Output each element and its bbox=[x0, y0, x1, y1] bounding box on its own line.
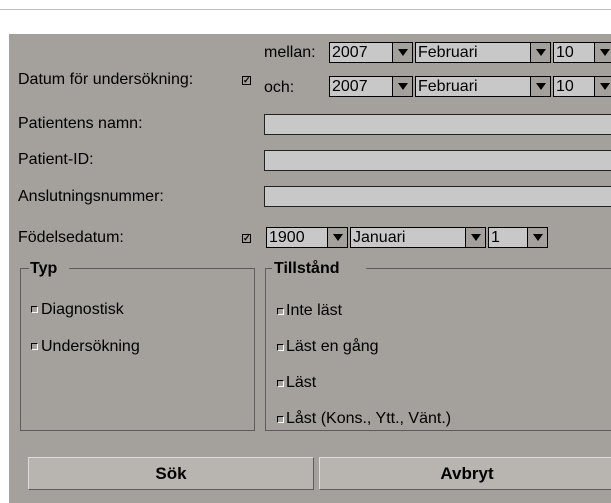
exam-date-checkbox[interactable]: ✓ bbox=[242, 76, 251, 85]
read-once-label: Läst en gång bbox=[286, 338, 379, 355]
from-day-value: 10 bbox=[556, 44, 574, 61]
and-label: och: bbox=[264, 79, 295, 96]
examination-label: Undersökning bbox=[41, 338, 140, 355]
from-year-select[interactable]: 2007 bbox=[329, 42, 413, 63]
examination-checkbox[interactable] bbox=[31, 343, 38, 350]
birth-year-value: 1900 bbox=[269, 229, 305, 246]
birth-day-select[interactable]: 1 bbox=[488, 227, 548, 248]
diagnostic-label: Diagnostisk bbox=[41, 301, 124, 318]
locked-checkbox[interactable] bbox=[277, 416, 284, 423]
patient-id-field[interactable] bbox=[264, 150, 611, 171]
accession-number-label: Anslutningsnummer: bbox=[18, 188, 164, 205]
birth-month-value: Januari bbox=[353, 229, 406, 246]
read-checkbox[interactable] bbox=[277, 380, 284, 387]
chevron-down-icon[interactable] bbox=[392, 77, 412, 96]
type-group-title: Typ bbox=[30, 260, 58, 277]
birth-day-value: 1 bbox=[491, 229, 500, 246]
from-year-value: 2007 bbox=[332, 44, 368, 61]
from-month-value: Februari bbox=[418, 44, 478, 61]
patient-name-field[interactable] bbox=[264, 114, 611, 135]
between-label: mellan: bbox=[264, 44, 316, 61]
chevron-down-icon[interactable] bbox=[392, 43, 412, 62]
chevron-down-icon[interactable] bbox=[527, 228, 547, 247]
unread-label: Inte läst bbox=[286, 302, 343, 319]
chevron-down-icon[interactable] bbox=[465, 228, 485, 247]
to-day-select[interactable]: 10 bbox=[553, 76, 611, 97]
read-label: Läst bbox=[286, 374, 317, 391]
top-divider bbox=[0, 9, 611, 10]
to-month-select[interactable]: Februari bbox=[415, 76, 551, 97]
patient-name-label: Patientens namn: bbox=[18, 115, 143, 132]
birth-month-select[interactable]: Januari bbox=[350, 227, 486, 248]
search-button[interactable]: Sök bbox=[28, 457, 314, 490]
birth-date-checkbox[interactable]: ✓ bbox=[242, 234, 251, 243]
unread-checkbox[interactable] bbox=[277, 308, 284, 315]
to-month-value: Februari bbox=[418, 78, 478, 95]
to-year-value: 2007 bbox=[332, 78, 368, 95]
locked-label: Låst (Kons., Ytt., Vänt.) bbox=[286, 410, 452, 427]
patient-id-label: Patient-ID: bbox=[18, 151, 94, 168]
birth-year-select[interactable]: 1900 bbox=[266, 227, 348, 248]
status-group-title: Tillstånd bbox=[274, 260, 340, 277]
birth-date-label: Födelsedatum: bbox=[18, 229, 124, 246]
accession-number-field[interactable] bbox=[264, 186, 611, 207]
exam-date-label: Datum för undersökning: bbox=[18, 71, 194, 88]
cancel-button[interactable]: Avbryt bbox=[319, 457, 611, 490]
from-day-select[interactable]: 10 bbox=[553, 42, 611, 63]
to-year-select[interactable]: 2007 bbox=[329, 76, 413, 97]
search-panel: Datum för undersökning: ✓ mellan: 2007 F… bbox=[9, 34, 611, 503]
read-once-checkbox[interactable] bbox=[277, 344, 284, 351]
chevron-down-icon[interactable] bbox=[594, 77, 611, 96]
chevron-down-icon[interactable] bbox=[530, 77, 550, 96]
chevron-down-icon[interactable] bbox=[594, 43, 611, 62]
chevron-down-icon[interactable] bbox=[327, 228, 347, 247]
to-day-value: 10 bbox=[556, 78, 574, 95]
chevron-down-icon[interactable] bbox=[530, 43, 550, 62]
from-month-select[interactable]: Februari bbox=[415, 42, 551, 63]
diagnostic-checkbox[interactable] bbox=[31, 306, 38, 313]
